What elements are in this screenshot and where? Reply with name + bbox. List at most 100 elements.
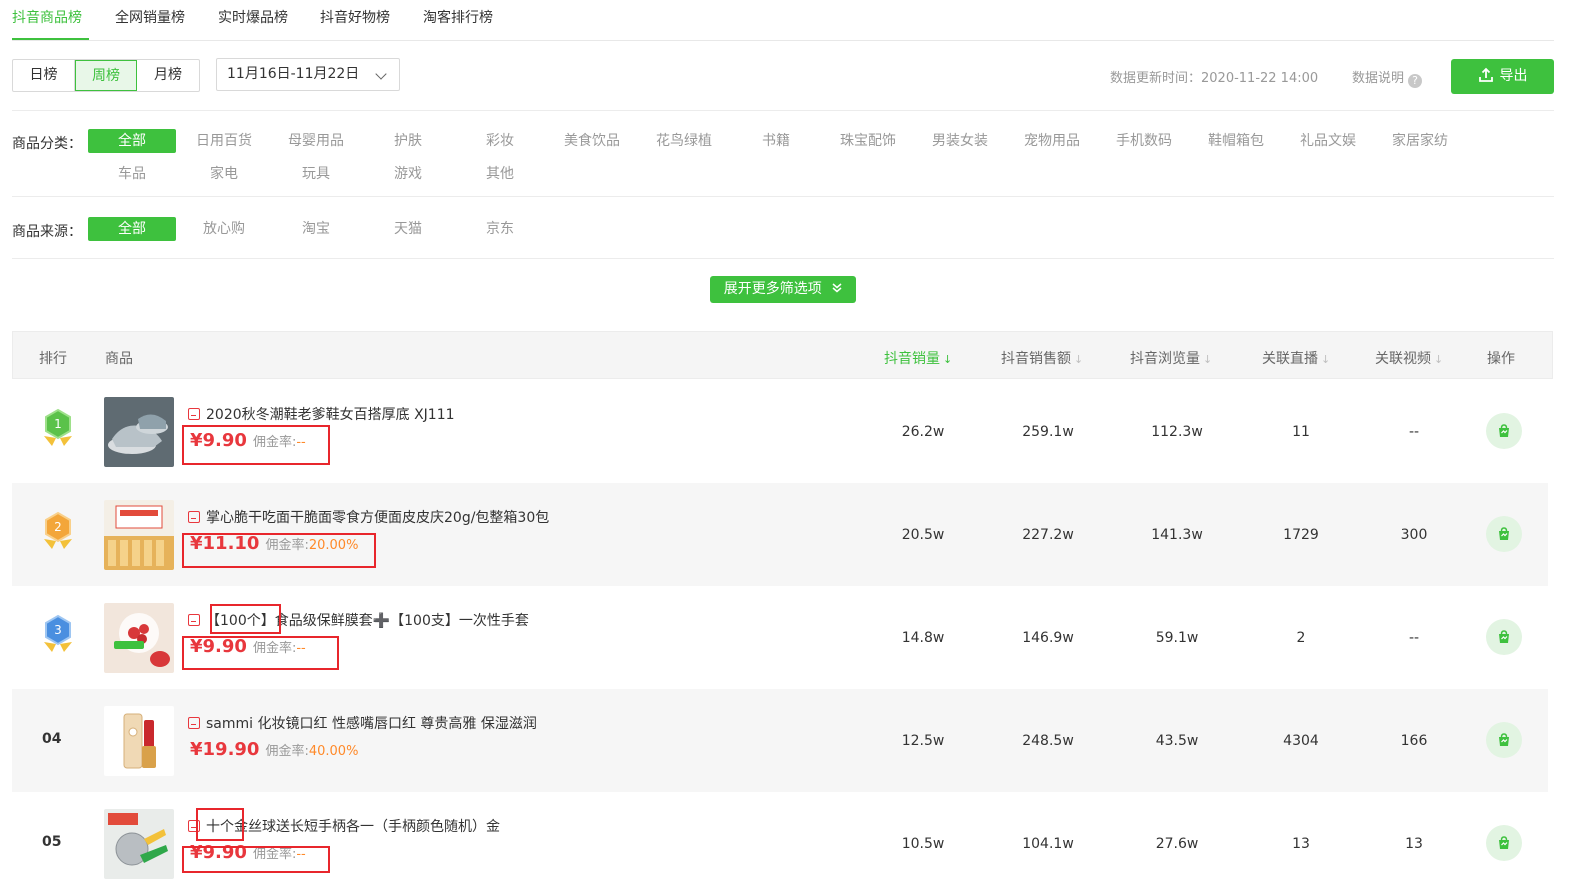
sales-cell: 12.5w: [901, 733, 945, 749]
export-button[interactable]: 导出: [1451, 59, 1554, 94]
shop-bag-button[interactable]: [1486, 516, 1522, 552]
tab-douyin-goods[interactable]: 抖音商品榜: [12, 7, 82, 27]
date-range-select[interactable]: 11月16日-11月22日: [216, 58, 400, 91]
header-live[interactable]: 关联直播 ↓: [1262, 348, 1330, 368]
source-chip[interactable]: 天猫: [364, 217, 452, 241]
category-chip[interactable]: 其他: [456, 162, 544, 186]
header-video[interactable]: 关联视频 ↓: [1375, 348, 1443, 368]
category-chip[interactable]: 礼品文娱: [1284, 129, 1372, 153]
video-cell: --: [1408, 630, 1420, 646]
category-chip[interactable]: 花鸟绿植: [640, 129, 728, 153]
product-thumbnail[interactable]: [104, 809, 174, 879]
period-week-button[interactable]: 周榜: [75, 60, 137, 91]
revenue-cell: 104.1w: [1022, 836, 1074, 852]
product-thumbnail[interactable]: [104, 706, 174, 776]
sort-down-icon: ↓: [943, 353, 953, 366]
shop-bag-button[interactable]: [1486, 413, 1522, 449]
header-rank: 排行: [39, 351, 67, 367]
category-chip[interactable]: 家电: [180, 162, 268, 186]
category-chip[interactable]: 鞋帽箱包: [1192, 129, 1280, 153]
live-cell: 1729: [1283, 527, 1319, 543]
product-title-text: sammi 化妆镜口红 性感嘴唇口红 尊贵高雅 保湿滋润: [206, 716, 537, 732]
category-chip[interactable]: 手机数码: [1100, 129, 1188, 153]
revenue-cell: 227.2w: [1022, 527, 1074, 543]
sales-cell: 26.2w: [901, 424, 945, 440]
category-chip[interactable]: 男装女装: [916, 129, 1004, 153]
revenue-cell: 248.5w: [1022, 733, 1074, 749]
shopping-bag-icon: [1499, 527, 1509, 540]
annotation-box: [210, 604, 281, 634]
source-chip[interactable]: 放心购: [180, 217, 268, 241]
product-thumbnail[interactable]: [104, 397, 174, 467]
rank-number: 04: [42, 731, 62, 747]
category-chip[interactable]: 日用百货: [180, 129, 268, 153]
header-revenue[interactable]: 抖音销售额 ↓: [1001, 348, 1083, 368]
divider: [12, 196, 1554, 197]
product-title[interactable]: 掌心脆干吃面干脆面零食方便面皮皮庆20g/包整箱30包: [188, 507, 549, 527]
source-chip[interactable]: 全部: [88, 217, 176, 241]
category-chip[interactable]: 全部: [88, 129, 176, 153]
category-chip[interactable]: 彩妆: [456, 129, 544, 153]
category-chip[interactable]: 护肤: [364, 129, 452, 153]
medal-rank: 1: [54, 417, 62, 431]
category-chip[interactable]: 宠物用品: [1008, 129, 1096, 153]
tab-network-sales[interactable]: 全网销量榜: [115, 7, 185, 27]
product-thumbnail[interactable]: [104, 500, 174, 570]
shop-bag-button[interactable]: [1486, 825, 1522, 861]
divider: [12, 110, 1554, 111]
live-cell: 4304: [1283, 733, 1319, 749]
commission-rate: 40.00%: [308, 744, 359, 759]
header-views[interactable]: 抖音浏览量 ↓: [1130, 348, 1212, 368]
gold-medal-icon: 1: [44, 408, 72, 446]
product-title[interactable]: 2020秋冬潮鞋老爹鞋女百搭厚底 XJ111: [188, 404, 455, 424]
annotation-box: [182, 425, 330, 465]
medal-rank: 2: [54, 520, 62, 534]
video-cell: 13: [1405, 836, 1423, 852]
category-chip[interactable]: 书籍: [732, 129, 820, 153]
source-chip[interactable]: 淘宝: [272, 217, 360, 241]
silver-medal-icon: 2: [44, 511, 72, 549]
category-chip[interactable]: 车品: [88, 162, 176, 186]
shop-bag-button[interactable]: [1486, 619, 1522, 655]
annotation-box: [196, 808, 244, 841]
bronze-medal-icon: 3: [44, 614, 72, 652]
revenue-cell: 259.1w: [1022, 424, 1074, 440]
table-header: 排行 商品 抖音销量 ↓ 抖音销售额 ↓ 抖音浏览量 ↓ 关联直播 ↓ 关联视频 ↓ 操作: [12, 331, 1553, 379]
export-label: 导出: [1499, 68, 1528, 84]
category-label: 商品分类：: [12, 136, 82, 152]
header-sales[interactable]: 抖音销量 ↓: [884, 348, 952, 368]
data-note-link[interactable]: 数据说明?: [1352, 67, 1423, 88]
category-chip[interactable]: 美食饮品: [548, 129, 636, 153]
period-selector: 日榜 周榜 月榜: [12, 59, 200, 92]
shop-bag-button[interactable]: [1486, 722, 1522, 758]
douyin-shop-icon: [188, 408, 200, 420]
live-cell: 2: [1296, 630, 1306, 646]
category-chip[interactable]: 珠宝配饰: [824, 129, 912, 153]
views-cell: 43.5w: [1155, 733, 1199, 749]
video-cell: --: [1408, 424, 1420, 440]
category-chip[interactable]: 游戏: [364, 162, 452, 186]
category-chip[interactable]: 家居家纺: [1376, 129, 1464, 153]
sort-down-icon: ↓: [1074, 353, 1084, 366]
annotation-box: [182, 846, 330, 873]
category-chip[interactable]: 玩具: [272, 162, 360, 186]
period-day-button[interactable]: 日榜: [13, 60, 75, 91]
views-cell: 112.3w: [1151, 424, 1203, 440]
product-title[interactable]: sammi 化妆镜口红 性感嘴唇口红 尊贵高雅 保湿滋润: [188, 713, 537, 733]
category-chip[interactable]: 母婴用品: [272, 129, 360, 153]
chevron-down-icon: [375, 68, 387, 80]
rank-number: 05: [42, 834, 62, 850]
tab-douyin-good-items[interactable]: 抖音好物榜: [320, 7, 390, 27]
tab-taoke-rank[interactable]: 淘客排行榜: [423, 7, 493, 27]
revenue-cell: 146.9w: [1022, 630, 1074, 646]
live-cell: 11: [1292, 424, 1310, 440]
period-month-button[interactable]: 月榜: [137, 60, 199, 91]
date-range-value: 11月16日-11月22日: [227, 66, 360, 82]
product-thumbnail[interactable]: [104, 603, 174, 673]
source-chip[interactable]: 京东: [456, 217, 544, 241]
expand-filters-button[interactable]: 展开更多筛选项: [710, 276, 856, 303]
update-time: 数据更新时间：2020-11-22 14:00: [1110, 71, 1319, 86]
sort-down-icon: ↓: [1434, 353, 1444, 366]
tab-realtime-hot[interactable]: 实时爆品榜: [218, 7, 288, 27]
header-product: 商品: [105, 351, 133, 367]
